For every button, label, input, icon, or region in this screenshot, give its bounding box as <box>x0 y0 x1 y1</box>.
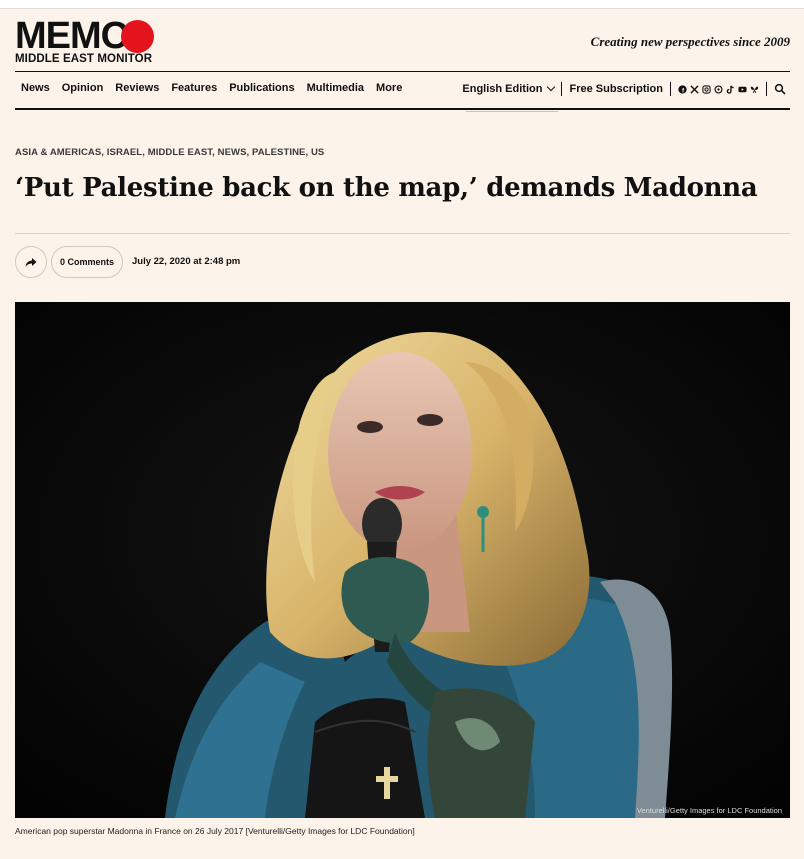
share-arrow-icon <box>25 257 37 267</box>
social-links: f <box>678 84 759 94</box>
x-icon[interactable] <box>690 84 699 94</box>
edition-selector[interactable]: English Edition <box>462 82 556 95</box>
instagram-icon[interactable] <box>702 84 711 94</box>
article-title: ‘Put Palestine back on the map,’ demands… <box>15 173 758 203</box>
title-divider <box>15 233 790 234</box>
nav-item-features[interactable]: Features <box>171 82 217 94</box>
main-nav: News Opinion Reviews Features Publicatio… <box>15 80 790 102</box>
nav-item-more[interactable]: More <box>376 82 402 94</box>
comments-button[interactable]: 0 Comments <box>51 246 123 278</box>
nav-separator <box>561 82 563 96</box>
nav-menu: News Opinion Reviews Features Publicatio… <box>21 82 414 94</box>
article-date: July 22, 2020 at 2:48 pm <box>132 256 241 267</box>
nav-separator <box>766 82 767 96</box>
facebook-icon[interactable]: f <box>678 84 687 94</box>
logo-subtitle: MIDDLE EAST MONITOR <box>15 53 153 65</box>
article-photo[interactable]: Venturelli/Getty Images for LDC Foundati… <box>15 302 790 818</box>
nav-item-reviews[interactable]: Reviews <box>115 82 159 94</box>
logo-wordmark: MEMO <box>15 15 130 57</box>
nav-item-news[interactable]: News <box>21 82 50 94</box>
header-divider <box>15 71 790 72</box>
browser-top-strip <box>0 0 804 9</box>
edition-underline <box>466 111 558 112</box>
free-subscription-link[interactable]: Free Subscription <box>569 83 663 95</box>
bluesky-icon[interactable] <box>750 85 759 94</box>
edition-label: English Edition <box>462 83 543 95</box>
site-tagline: Creating new perspectives since 2009 <box>590 34 790 49</box>
share-button[interactable] <box>15 246 47 278</box>
photo-illustration <box>15 302 790 818</box>
search-icon[interactable] <box>774 83 786 95</box>
nav-utilities: English Edition Free Subscription f <box>462 82 786 96</box>
nav-item-opinion[interactable]: Opinion <box>62 82 104 94</box>
nav-item-multimedia[interactable]: Multimedia <box>307 82 364 94</box>
photo-credit: Venturelli/Getty Images for LDC Foundati… <box>636 806 782 815</box>
logo-red-dot <box>121 20 154 53</box>
threads-icon[interactable] <box>714 84 723 94</box>
nav-item-publications[interactable]: Publications <box>229 82 294 94</box>
nav-divider <box>15 108 790 110</box>
nav-separator <box>670 82 671 96</box>
youtube-icon[interactable] <box>738 85 747 94</box>
site-logo[interactable]: MEMO MIDDLE EAST MONITOR <box>15 16 165 68</box>
article-categories[interactable]: ASIA & AMERICAS, ISRAEL, MIDDLE EAST, NE… <box>15 147 324 158</box>
chevron-down-icon <box>547 82 556 92</box>
tiktok-icon[interactable] <box>726 85 735 94</box>
photo-caption: American pop superstar Madonna in France… <box>15 826 415 836</box>
